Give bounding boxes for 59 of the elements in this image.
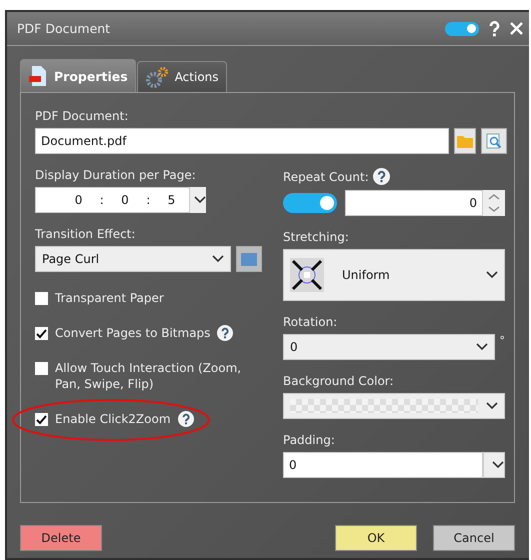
field-label: Transition Effect: [35,227,136,241]
folder-icon [457,134,473,148]
help-icon[interactable] [178,411,194,427]
repeat-count-input[interactable]: 0 [345,190,483,216]
dialog-button[interactable]: Cancel [433,525,515,551]
tab[interactable]: Properties [20,59,136,92]
checkbox[interactable] [35,362,48,375]
field-label: PDF Document: [35,109,130,123]
dropdown-button[interactable] [190,187,206,213]
close-icon[interactable] [510,22,523,35]
checkbox-label: Transparent Paper [55,290,164,306]
checkbox[interactable] [35,413,48,426]
time-value: 0 [121,193,129,207]
help-icon[interactable] [217,325,234,341]
checkbox-label: Convert Pages to Bitmaps [55,325,210,341]
pdf-file-icon [28,65,48,87]
help-icon[interactable] [372,168,390,185]
window-icon [241,252,257,266]
magnifier-icon [486,133,502,149]
spinner-icon[interactable] [483,190,505,216]
field-label: Repeat Count: [283,170,369,184]
time-separator: : [100,193,104,207]
padding-input[interactable]: 0 [283,452,483,478]
time-separator: : [146,193,150,207]
help-icon[interactable] [489,20,500,36]
chevron-down-icon[interactable] [486,402,498,410]
duration-input[interactable]: 0 : 0 : 5 [35,187,190,213]
chevron-down-icon[interactable] [486,271,498,279]
preview-button[interactable] [481,128,507,154]
time-value: 0 [74,193,82,207]
checkbox[interactable] [35,327,48,340]
rotation-select[interactable]: 0 [283,334,494,360]
window-title: PDF Document [17,21,112,36]
chevron-down-icon[interactable] [476,343,488,351]
field-label: Padding: [283,433,336,447]
transition-select[interactable]: Page Curl [35,246,231,272]
dropdown-button[interactable] [483,452,505,478]
file-input[interactable]: Document.pdf [35,128,449,154]
checkbox-label: Enable Click2Zoom [55,411,171,427]
chevron-down-icon[interactable] [194,196,206,204]
checkbox[interactable] [35,292,48,305]
field-label: Rotation: [283,315,338,329]
field-label: Background Color: [283,374,395,388]
stretch-arrows-icon [290,258,324,292]
degree-unit: ° [500,334,505,347]
color-select[interactable] [283,393,505,419]
field-label: Stretching: [283,230,350,244]
stretching-select[interactable]: Uniform [283,249,505,301]
toggle-switch[interactable] [445,22,479,36]
field-label: Display Duration per Page: [35,168,197,182]
gears-icon [144,66,169,88]
time-value: 5 [168,193,176,207]
chevron-down-icon[interactable] [212,255,224,263]
chevron-down-icon[interactable] [492,461,504,469]
checkbox-label: Allow Touch Interaction (Zoom, Pan, Swipe, Flip) [55,360,242,392]
toggle-switch[interactable] [283,193,337,213]
tab[interactable]: Actions [136,61,227,92]
dialog-button[interactable]: OK [335,525,417,551]
dialog-button[interactable]: Delete [20,525,102,551]
